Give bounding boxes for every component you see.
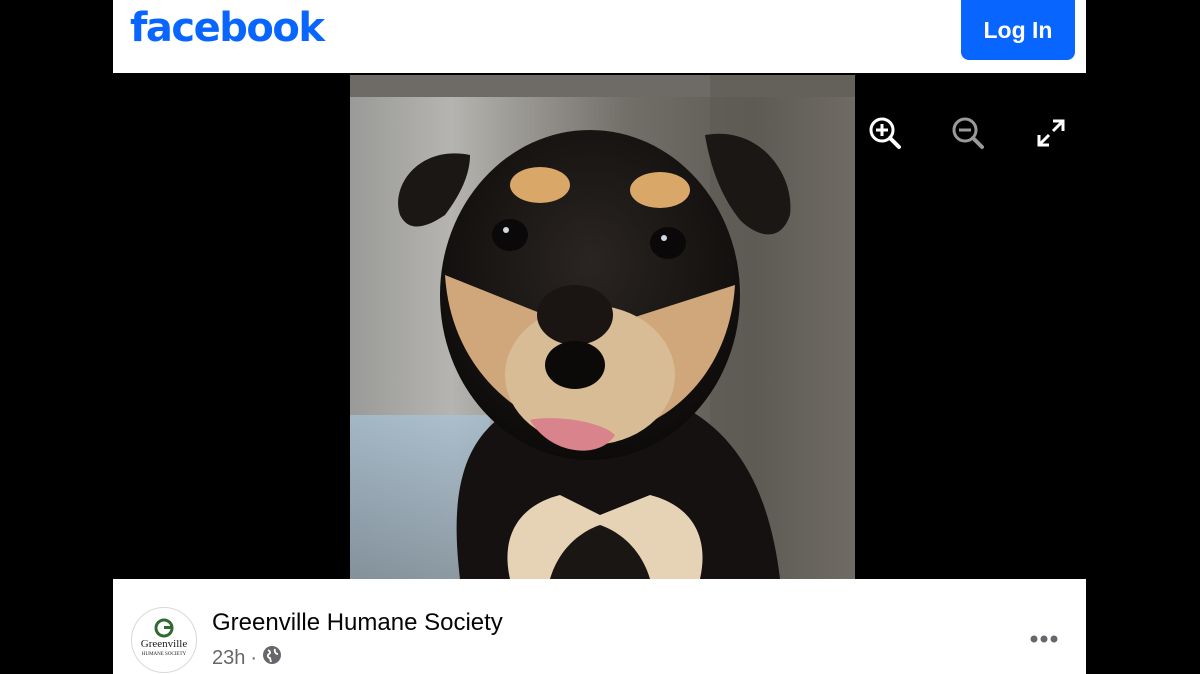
post-timestamp[interactable]: 23h: [212, 647, 245, 670]
post-header: Greenville HUMANE SOCIETY Greenville Hum…: [113, 579, 1086, 674]
avatar-text-name: Greenville: [141, 638, 188, 650]
post-meta: 23h ·: [212, 645, 282, 671]
page-avatar[interactable]: Greenville HUMANE SOCIETY: [131, 607, 197, 673]
facebook-logo[interactable]: facebook: [130, 0, 325, 56]
more-options-icon[interactable]: [1023, 627, 1065, 651]
photo-tools: [867, 115, 1077, 151]
post-frame: facebook Log In Greenville HUMANE SOCIET…: [113, 0, 1086, 674]
zoom-out-icon[interactable]: [950, 115, 986, 151]
puppy-image: [350, 75, 855, 579]
post-photo[interactable]: [350, 75, 855, 579]
avatar-text-subtitle: HUMANE SOCIETY: [142, 652, 187, 657]
meta-separator: ·: [250, 646, 258, 669]
top-bar: facebook Log In: [113, 0, 1086, 73]
zoom-in-icon[interactable]: [867, 115, 903, 151]
photo-viewer: [113, 73, 1086, 579]
page-name-link[interactable]: Greenville Humane Society: [212, 609, 503, 637]
globe-icon: [262, 645, 282, 671]
login-button[interactable]: Log In: [961, 0, 1075, 60]
fullscreen-icon[interactable]: [1033, 115, 1069, 151]
page: facebook Log In Greenville HUMANE SOCIET…: [0, 0, 1200, 674]
